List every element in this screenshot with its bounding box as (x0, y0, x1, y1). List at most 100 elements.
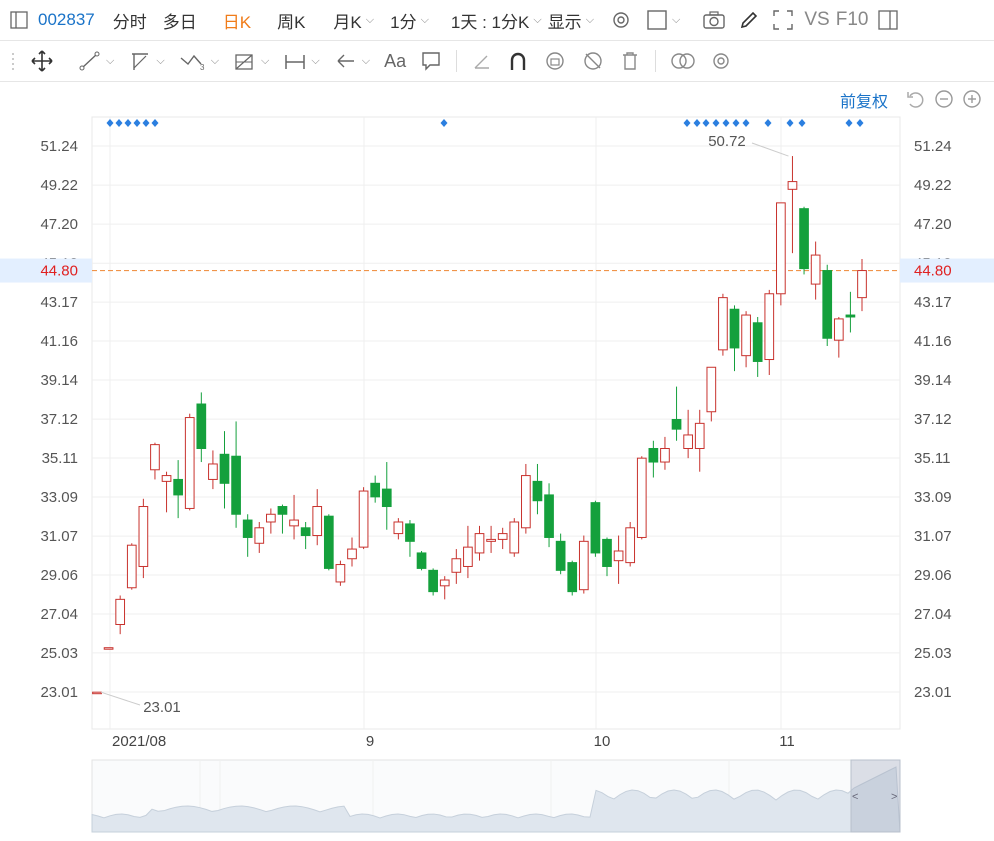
candle (613, 535, 624, 584)
candle (567, 560, 578, 596)
sidebar-toggle-icon[interactable] (10, 11, 28, 29)
camera-icon[interactable] (702, 10, 726, 30)
pencil-icon[interactable] (738, 9, 760, 31)
candle (103, 647, 114, 650)
period-select[interactable]: 1天 : 1分K ⌵ (451, 8, 542, 33)
fib-tool-icon[interactable]: ⌵ (233, 50, 269, 72)
y-tick-label-left: 37.12 (40, 411, 78, 428)
chevron-down-icon: ⌵ (672, 13, 681, 26)
tab-intraday[interactable]: 分时 (113, 8, 147, 33)
event-marker-icon (124, 119, 132, 127)
candle (370, 475, 381, 503)
fullscreen-icon[interactable] (772, 9, 794, 31)
candle (266, 508, 276, 534)
arrow-tool-icon[interactable]: ⌵ (334, 50, 370, 72)
compare-icon[interactable] (670, 50, 696, 72)
candle (381, 462, 392, 530)
trash-icon[interactable] (619, 50, 641, 72)
candle-body (857, 270, 867, 299)
wave-tool-icon[interactable]: 3 ⌵ (179, 50, 219, 72)
candle-body (660, 447, 670, 463)
event-marker-icon (440, 119, 448, 127)
event-marker-icon (722, 119, 730, 127)
y-tick-label-left: 29.06 (40, 567, 78, 584)
settings-gear-icon[interactable] (610, 9, 632, 31)
y-tick-label-right: 35.11 (914, 450, 950, 467)
candle-body (405, 523, 415, 542)
channel-tool-icon[interactable]: ⌵ (128, 50, 165, 72)
comment-icon[interactable] (420, 50, 442, 72)
candle (277, 504, 288, 534)
tab-monthly-k[interactable]: 月K ⌵ (333, 8, 374, 33)
chevron-down-icon: ⌵ (311, 54, 320, 67)
drag-handle-icon[interactable] (10, 50, 16, 72)
candle-body (741, 314, 751, 357)
candle (752, 316, 763, 377)
tab-1min[interactable]: 1分 ⌵ (390, 8, 429, 33)
angle-tool-icon[interactable] (471, 50, 493, 72)
x-tick-label: 11 (779, 733, 795, 750)
tab-weekly-k[interactable]: 周K (277, 8, 305, 33)
candle (660, 436, 670, 470)
y-tick-label-right: 43.17 (914, 294, 952, 311)
display-select[interactable]: 显示 ⌵ (548, 8, 594, 33)
chevron-down-icon: ⌵ (585, 13, 595, 26)
vs-button[interactable]: VS (804, 9, 829, 31)
candle (544, 483, 554, 548)
candle-body (416, 552, 427, 569)
y-tick-label-right: 44.80 (914, 263, 952, 280)
chart-settings-icon[interactable] (710, 50, 732, 72)
candle (358, 487, 369, 550)
candle-body (509, 521, 520, 554)
candle (833, 316, 844, 358)
candle-body (393, 521, 404, 535)
candle (289, 494, 299, 540)
x-tick-label: 9 (366, 733, 374, 750)
candle-body (277, 506, 288, 515)
panel-toggle-icon[interactable] (878, 10, 899, 30)
candle-body (810, 254, 821, 285)
candle-body (347, 548, 357, 560)
y-tick-label-left: 23.01 (40, 684, 78, 701)
line-tool-icon[interactable]: ⌵ (78, 50, 114, 72)
drawing-toolbar: ⌵ ⌵ 3 ⌵ ⌵ ⌵ ⌵ Aa (0, 41, 994, 82)
y-tick-label-left: 43.17 (40, 294, 78, 311)
candle (602, 537, 612, 577)
y-tick-label-left: 47.20 (40, 216, 78, 233)
lock-icon[interactable] (543, 50, 567, 72)
text-tool-icon[interactable]: Aa (384, 51, 406, 72)
candle (671, 386, 682, 441)
hide-icon[interactable] (581, 50, 605, 72)
y-tick-label-left: 39.14 (40, 372, 78, 389)
candle (497, 527, 508, 550)
event-marker-icon (712, 119, 720, 127)
candle-body (567, 562, 578, 593)
checkbox-dropdown[interactable]: ⌵ (646, 9, 680, 31)
candle-body (254, 527, 265, 544)
tab-multi-day[interactable]: 多日 (163, 8, 197, 33)
candle (845, 291, 856, 333)
magnet-icon[interactable] (507, 50, 529, 72)
x-tick-label: 10 (594, 733, 611, 750)
stock-code[interactable]: 002837 (38, 10, 95, 30)
candle (242, 514, 253, 557)
candle-body (636, 457, 647, 538)
candle-body (92, 691, 102, 695)
x-tick-label: 2021/08 (112, 733, 166, 750)
candle (184, 413, 195, 511)
high-annotation: 50.72 (708, 133, 746, 150)
candle (451, 549, 462, 584)
y-tick-label-right: 23.01 (914, 684, 952, 701)
candle (810, 241, 821, 300)
candle (474, 525, 485, 561)
f10-button[interactable]: F10 (836, 9, 869, 31)
tab-daily-k[interactable]: 日K (223, 8, 251, 33)
candlestick-chart[interactable]: 51.2451.2449.2249.2247.2047.2045.1845.18… (0, 82, 994, 841)
candle-body (776, 202, 786, 295)
move-icon[interactable] (30, 49, 54, 73)
candle-body (671, 418, 682, 430)
y-tick-label-right: 25.03 (914, 645, 952, 662)
monthly-k-label: 月K (333, 12, 362, 32)
measure-tool-icon[interactable]: ⌵ (283, 50, 320, 72)
candle-body (323, 515, 334, 569)
